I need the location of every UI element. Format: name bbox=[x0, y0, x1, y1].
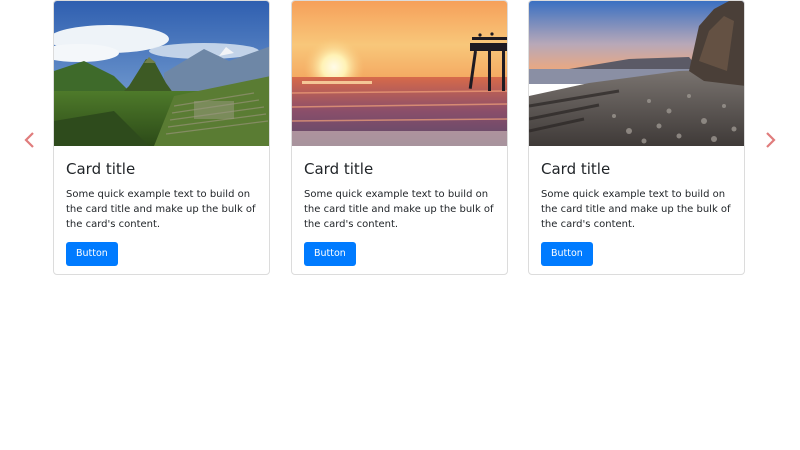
card-text: Some quick example text to build on the … bbox=[66, 189, 256, 230]
card-body: Card title Some quick example text to bu… bbox=[54, 160, 269, 266]
carousel-next-button[interactable] bbox=[760, 130, 780, 150]
card-text: Some quick example text to build on the … bbox=[541, 189, 731, 230]
card-body: Card title Some quick example text to bu… bbox=[529, 160, 744, 266]
card: Card title Some quick example text to bu… bbox=[53, 0, 270, 275]
sunset-pier-image bbox=[292, 1, 507, 146]
card-text: Some quick example text to build on the … bbox=[304, 189, 494, 230]
card-body: Card title Some quick example text to bu… bbox=[292, 160, 507, 266]
card: Card title Some quick example text to bu… bbox=[528, 0, 745, 275]
card: Card title Some quick example text to bu… bbox=[291, 0, 508, 275]
card-button[interactable]: Button bbox=[66, 242, 118, 266]
card-button[interactable]: Button bbox=[304, 242, 356, 266]
mountain-ruins-image bbox=[54, 1, 269, 146]
card-title: Card title bbox=[304, 160, 374, 178]
card-button[interactable]: Button bbox=[541, 242, 593, 266]
chevron-right-icon bbox=[766, 132, 776, 148]
card-title: Card title bbox=[541, 160, 611, 178]
card-title: Card title bbox=[66, 160, 136, 178]
rocky-beach-image bbox=[529, 1, 744, 146]
chevron-left-icon bbox=[24, 132, 34, 148]
carousel-prev-button[interactable] bbox=[20, 130, 40, 150]
card-carousel: Card title Some quick example text to bu… bbox=[0, 0, 800, 450]
